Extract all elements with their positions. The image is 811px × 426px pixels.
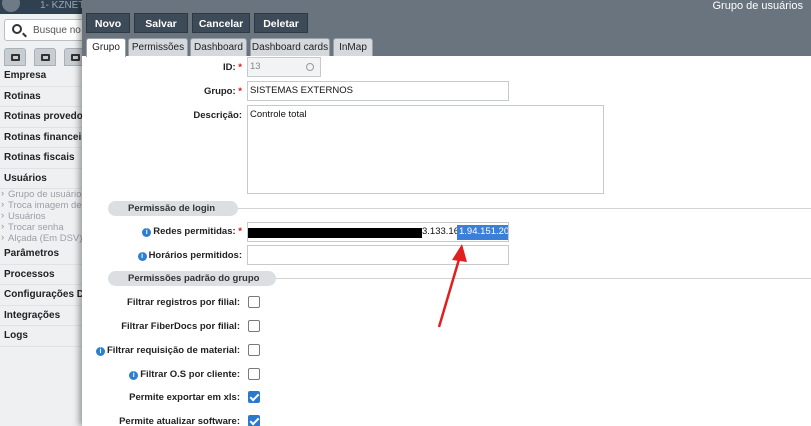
sidebar-item-rotinas-provedor[interactable]: Rotinas provedor <box>0 107 82 128</box>
filter-branch-checkbox[interactable] <box>248 296 260 308</box>
description-field[interactable]: Controle total <box>247 105 604 194</box>
app-name: 1- KZNET <box>40 0 82 11</box>
filter-os-checkbox[interactable] <box>248 368 260 380</box>
networks-text: 3.133.16; <box>422 226 462 237</box>
sidebar-item-logs[interactable]: Logs <box>0 326 82 347</box>
search-icon[interactable] <box>306 63 314 71</box>
tab-bar: Grupo Permissões Dashboard Dashboard car… <box>82 36 811 57</box>
new-button[interactable]: Novo <box>86 13 130 33</box>
sidebar-subitem-trocar-senha[interactable]: Trocar senha <box>0 221 82 233</box>
info-icon[interactable]: i <box>129 371 139 380</box>
redacted-block <box>248 228 422 238</box>
sidebar-subitem-usuarios[interactable]: Usuários <box>0 210 82 222</box>
default-permissions-section: Permissões padrão do grupo <box>108 271 276 286</box>
sidebar-item-integracoes[interactable]: Integrações <box>0 306 82 326</box>
group-field[interactable]: SISTEMAS EXTERNOS <box>247 81 509 101</box>
update-software-checkbox[interactable] <box>248 415 260 426</box>
tab-inmap[interactable]: InMap <box>333 38 373 56</box>
sidebar-item-rotinas-financeiro[interactable]: Rotinas financeiro <box>0 128 82 148</box>
app-logo <box>2 0 20 12</box>
sidebar-subitem-grupo-usuarios[interactable]: Grupo de usuários <box>0 188 82 200</box>
info-icon[interactable]: i <box>137 252 147 261</box>
annotation-arrow <box>437 244 467 328</box>
group-modal: Grupo de usuários Novo Salvar Cancelar D… <box>82 0 811 426</box>
networks-label: i Redes permitidas: * <box>142 226 242 237</box>
group-label: Grupo: * <box>203 86 242 97</box>
annotation-arrow-line <box>437 255 462 328</box>
sidebar-item-rotinas[interactable]: Rotinas <box>0 87 82 107</box>
filter-fiberdocs-label: Filtrar FiberDocs por filial: <box>121 321 240 332</box>
sidebar-item-rotinas-fiscais[interactable]: Rotinas fiscais <box>0 148 82 169</box>
sidebar-item-parametros[interactable]: Parâmetros <box>0 244 82 265</box>
tab-dashboard-cards[interactable]: Dashboard cards <box>250 38 330 56</box>
app-sidebar: 1- KZNET Busque no Empresa Rotinas Rotin… <box>0 0 82 426</box>
delete-button[interactable]: Deletar <box>254 13 308 33</box>
search-icon <box>12 24 22 34</box>
networks-field[interactable]: 3.133.16; 1.94.151.200 <box>247 222 509 242</box>
id-field: 13 <box>247 57 321 77</box>
filter-os-label: i Filtrar O.S por cliente: <box>129 369 240 380</box>
cancel-button[interactable]: Cancelar <box>192 13 250 33</box>
sidebar-subitem-troca-imagem[interactable]: Troca imagem de <box>0 199 82 211</box>
sidebar-tabs <box>0 48 82 66</box>
networks-selection: 1.94.151.200 <box>457 225 508 240</box>
search-placeholder: Busque no <box>33 25 81 36</box>
sidebar-item-empresa[interactable]: Empresa <box>0 66 82 87</box>
settings-tab-icon[interactable] <box>64 48 82 66</box>
print-tab-icon[interactable] <box>34 48 56 66</box>
modal-title: Grupo de usuários <box>712 0 804 12</box>
filter-branch-label: Filtrar registros por filial: <box>127 297 240 308</box>
id-label: ID: * <box>222 62 242 73</box>
tab-permissoes[interactable]: Permissões <box>128 38 188 56</box>
filter-material-checkbox[interactable] <box>248 344 260 356</box>
save-button[interactable]: Salvar <box>134 13 188 33</box>
login-permission-section: Permissão de login <box>108 201 238 216</box>
tab-dashboard[interactable]: Dashboard <box>190 38 247 56</box>
update-software-label: Permite atualizar software: <box>119 416 240 426</box>
info-icon[interactable]: i <box>142 228 152 237</box>
sidebar-item-configuracoes[interactable]: Configurações Doc <box>0 285 82 306</box>
tab-grupo[interactable]: Grupo <box>86 38 126 57</box>
hours-label: i Horários permitidos: <box>137 250 242 261</box>
modal-header: Grupo de usuários Novo Salvar Cancelar D… <box>82 0 811 36</box>
info-icon[interactable]: i <box>95 347 105 356</box>
sidebar-item-processos[interactable]: Processos <box>0 265 82 285</box>
search-input[interactable]: Busque no <box>4 19 82 41</box>
filter-fiberdocs-checkbox[interactable] <box>248 320 260 332</box>
export-xls-label: Permite exportar em xls: <box>129 392 240 403</box>
description-label: Descrição: <box>193 110 242 121</box>
sidebar-menu: Empresa Rotinas Rotinas provedor Rotinas… <box>0 66 82 347</box>
export-xls-checkbox[interactable] <box>248 391 260 403</box>
app-topbar: 1- KZNET <box>0 0 82 14</box>
filter-material-label: i Filtrar requisição de material: <box>95 345 240 356</box>
sidebar-item-usuarios[interactable]: Usuários <box>0 169 82 189</box>
list-tab-icon[interactable] <box>4 48 26 66</box>
sidebar-subitem-alcada[interactable]: Alçada (Em DSV) <box>0 232 82 244</box>
annotation-arrow-head <box>452 244 467 262</box>
